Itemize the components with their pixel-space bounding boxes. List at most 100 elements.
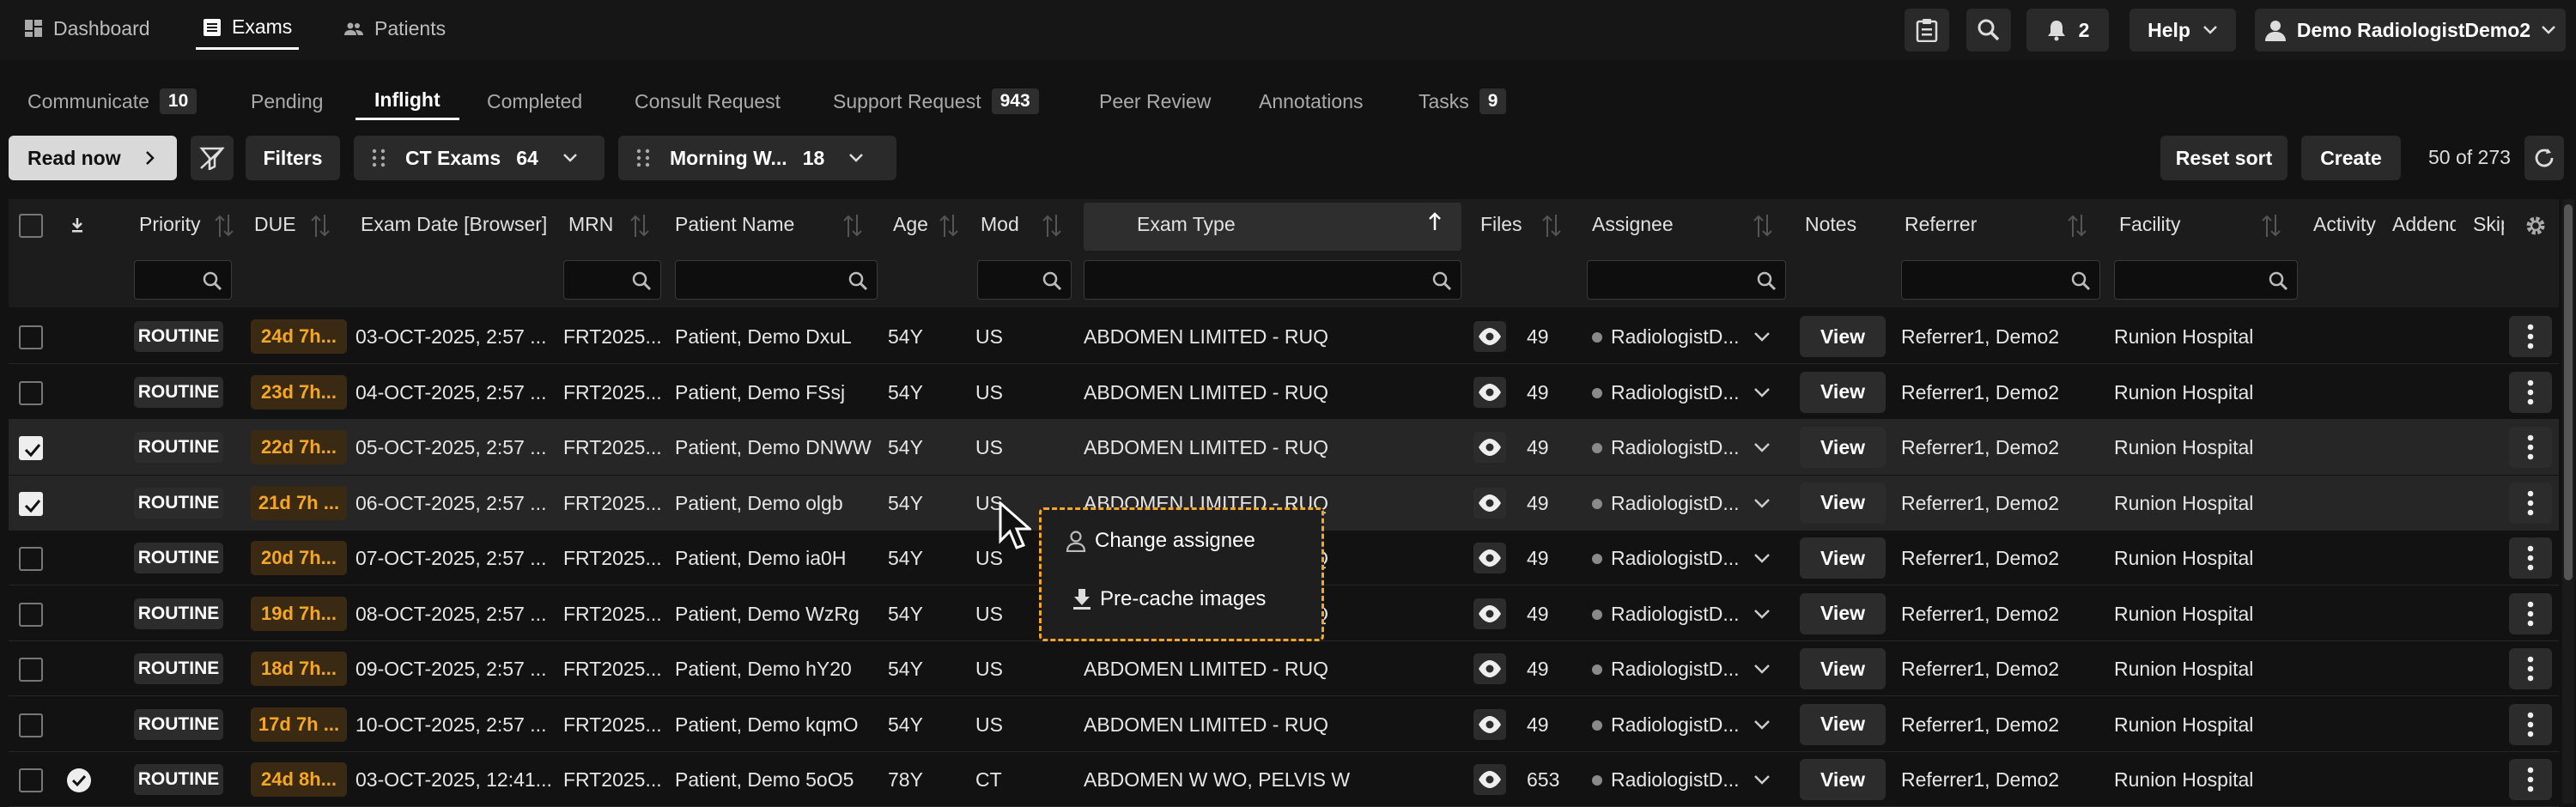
pre-cache-menu-item[interactable]: Pre-cache images	[1072, 587, 1266, 611]
chevron-down-icon[interactable]	[1753, 664, 1771, 676]
row-checkbox[interactable]	[19, 491, 43, 516]
create-button[interactable]: Create	[2301, 136, 2401, 180]
nav-tab-exams[interactable]: Exams	[196, 7, 300, 50]
row-actions-menu-icon[interactable]	[2509, 592, 2552, 634]
clear-filters-button[interactable]	[191, 136, 234, 180]
assignee-filter-input[interactable]	[1587, 260, 1786, 300]
chevron-down-icon[interactable]	[1753, 774, 1771, 786]
reset-sort-button[interactable]: Reset sort	[2160, 136, 2287, 180]
notes-view-button[interactable]: View	[1800, 316, 1886, 357]
eye-icon[interactable]	[1473, 543, 1506, 573]
column-header-mod[interactable]: Mod	[981, 213, 1019, 239]
tab-consult-request[interactable]: Consult Request	[635, 82, 781, 120]
row-checkbox[interactable]	[19, 768, 43, 792]
eye-icon[interactable]	[1473, 708, 1506, 740]
sort-icon[interactable]	[2260, 211, 2282, 240]
sort-icon[interactable]	[213, 211, 235, 240]
nav-tab-dashboard[interactable]: Dashboard	[17, 7, 157, 50]
notes-view-button[interactable]: View	[1800, 427, 1886, 468]
nav-tab-patients[interactable]: Patients	[337, 7, 453, 50]
column-header-assignee[interactable]: Assignee	[1592, 213, 1674, 239]
column-header-facility[interactable]: Facility	[2119, 213, 2181, 239]
sort-icon[interactable]	[2066, 211, 2088, 240]
scrollbar-track[interactable]	[2562, 199, 2574, 804]
refresh-button[interactable]	[2524, 136, 2564, 180]
facility-filter-input[interactable]	[2114, 260, 2298, 300]
row-checkbox[interactable]	[19, 602, 43, 627]
worklist-morning[interactable]: Morning W... 18	[618, 136, 896, 180]
column-header-due[interactable]: DUE	[254, 213, 296, 239]
table-row[interactable]: ROUTINE 24d 8h... 03-OCT-2025, 12:41... FRT…	[9, 752, 2559, 807]
notifications-button[interactable]: 2	[2026, 9, 2109, 52]
column-header-mrn[interactable]: MRN	[568, 213, 613, 239]
table-row[interactable]: ROUTINE 17d 7h ... 10-OCT-2025, 2:57 ... FR…	[9, 697, 2559, 752]
column-header-files[interactable]: Files	[1480, 213, 1522, 239]
sort-icon[interactable]	[309, 211, 331, 240]
change-assignee-menu-item[interactable]: Change assignee	[1066, 529, 1255, 553]
mod-filter-input[interactable]	[977, 260, 1072, 300]
notes-view-button[interactable]: View	[1800, 482, 1886, 524]
table-row[interactable]: ROUTINE 22d 7h... 05-OCT-2025, 2:57 ... FRT…	[9, 420, 2559, 475]
column-header-referrer[interactable]: Referrer	[1905, 213, 1977, 239]
eye-icon[interactable]	[1473, 487, 1506, 519]
tab-annotations[interactable]: Annotations	[1259, 82, 1363, 120]
row-actions-menu-icon[interactable]	[2509, 316, 2552, 357]
eye-icon[interactable]	[1473, 653, 1506, 684]
row-actions-menu-icon[interactable]	[2509, 759, 2552, 800]
row-checkbox[interactable]	[19, 436, 43, 460]
sort-icon[interactable]	[1540, 211, 1563, 240]
chevron-down-icon[interactable]	[1753, 609, 1771, 621]
row-checkbox[interactable]	[19, 658, 43, 682]
scrollbar-thumb[interactable]	[2564, 204, 2573, 580]
chevron-down-icon[interactable]	[1753, 719, 1771, 731]
tab-pending[interactable]: Pending	[251, 82, 323, 120]
sort-ascending-icon[interactable]	[1427, 211, 1443, 232]
row-checkbox[interactable]	[19, 547, 43, 571]
column-header-priority[interactable]: Priority	[139, 213, 201, 239]
tab-inflight[interactable]: Inflight	[355, 82, 459, 120]
row-actions-menu-icon[interactable]	[2509, 703, 2552, 745]
mrn-filter-input[interactable]	[563, 260, 661, 300]
chevron-down-icon[interactable]	[1753, 442, 1771, 454]
read-now-button[interactable]: Read now	[9, 136, 177, 180]
referrer-filter-input[interactable]	[1901, 260, 2100, 300]
chevron-down-icon[interactable]	[1753, 387, 1771, 399]
notes-view-button[interactable]: View	[1800, 648, 1886, 689]
row-actions-menu-icon[interactable]	[2509, 537, 2552, 579]
row-actions-menu-icon[interactable]	[2509, 371, 2552, 413]
chevron-down-icon[interactable]	[1753, 331, 1771, 343]
sort-icon[interactable]	[841, 211, 864, 240]
patient-name-filter-input[interactable]	[675, 260, 878, 300]
worklist-ct-exams[interactable]: CT Exams 64	[354, 136, 605, 180]
notes-view-button[interactable]: View	[1800, 537, 1886, 579]
sort-icon[interactable]	[1752, 211, 1774, 240]
row-actions-menu-icon[interactable]	[2509, 648, 2552, 689]
row-actions-menu-icon[interactable]	[2509, 427, 2552, 468]
sort-icon[interactable]	[938, 211, 960, 240]
search-button[interactable]	[1966, 9, 2011, 52]
table-row[interactable]: ROUTINE 18d 7h... 09-OCT-2025, 2:57 ... FRT…	[9, 641, 2559, 696]
priority-filter-input[interactable]	[134, 260, 232, 300]
eye-icon[interactable]	[1473, 764, 1506, 795]
tab-peer-review[interactable]: Peer Review	[1099, 82, 1211, 120]
gear-icon[interactable]	[2524, 215, 2547, 237]
download-icon[interactable]	[70, 216, 84, 234]
row-checkbox[interactable]	[19, 380, 43, 405]
chevron-down-icon[interactable]	[1753, 498, 1771, 510]
clipboard-button[interactable]	[1905, 9, 1949, 52]
row-checkbox[interactable]	[19, 713, 43, 737]
notes-view-button[interactable]: View	[1800, 703, 1886, 745]
tab-tasks[interactable]: Tasks 9	[1419, 82, 1507, 120]
column-header-patient-name[interactable]: Patient Name	[675, 213, 794, 239]
exam-type-filter-input[interactable]	[1084, 260, 1461, 300]
sort-icon[interactable]	[629, 211, 651, 240]
table-row[interactable]: ROUTINE 23d 7h... 04-OCT-2025, 2:57 ... FRT…	[9, 365, 2559, 420]
column-header-exam-type[interactable]: Exam Type	[1137, 213, 1236, 239]
help-dropdown[interactable]: Help	[2129, 9, 2236, 52]
column-header-exam-date[interactable]: Exam Date [Browser]	[361, 213, 547, 239]
select-all-checkbox[interactable]	[19, 214, 43, 238]
tab-communicate[interactable]: Communicate 10	[27, 82, 197, 120]
eye-icon[interactable]	[1473, 321, 1506, 352]
table-row[interactable]: ROUTINE 24d 7h... 03-OCT-2025, 2:57 ... FRT…	[9, 309, 2559, 364]
eye-icon[interactable]	[1473, 598, 1506, 629]
